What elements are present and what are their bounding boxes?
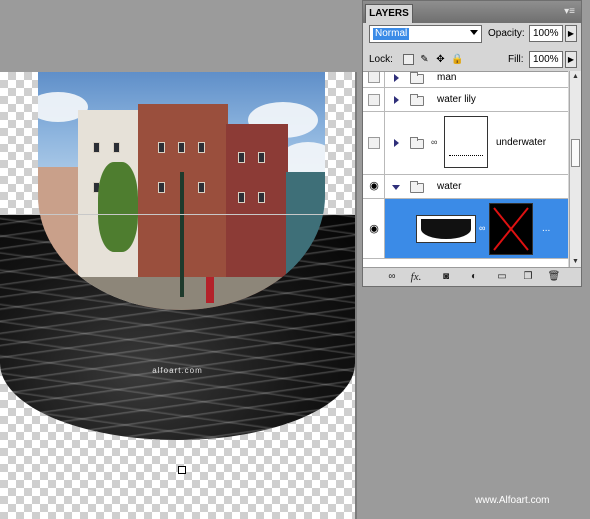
new-group-icon[interactable]: ▭ <box>495 271 509 283</box>
opacity-slider-button[interactable]: ▶ <box>565 25 577 42</box>
trash-icon[interactable]: 🗑 <box>547 271 561 283</box>
layer-row-selected[interactable]: ◉ ∞ ... <box>363 199 568 259</box>
layers-panel: LAYERS ▾≡ Normal Opacity: 100% ▶ Lock: ✎… <box>362 0 582 287</box>
blend-mode-select[interactable]: Normal <box>369 25 482 43</box>
window <box>198 182 205 193</box>
fill-field[interactable]: 100% <box>529 51 563 68</box>
window <box>158 182 165 193</box>
eye-icon: ◉ <box>369 223 379 235</box>
lock-brush-icon[interactable]: ✎ <box>419 54 430 65</box>
window <box>93 142 100 153</box>
fill-label: Fill: <box>508 54 524 65</box>
canvas-watermark: alfoart.com <box>152 366 203 375</box>
layers-list: man water lily ∞ underwater ◉ water ◉ ∞ … <box>363 71 568 267</box>
expand-arrow-icon[interactable] <box>394 74 399 82</box>
expand-arrow-icon[interactable] <box>394 96 399 104</box>
scrollbar-thumb[interactable] <box>571 139 580 167</box>
opacity-field[interactable]: 100% <box>529 25 563 42</box>
lock-row: Lock: ✎ ✥ 🔒 Fill: 100% ▶ <box>367 51 577 71</box>
layer-name: ... <box>542 223 551 234</box>
lock-move-icon[interactable]: ✥ <box>435 54 446 65</box>
layer-thumbnail[interactable] <box>416 215 476 243</box>
water-thumbnail-image <box>421 219 471 239</box>
panel-menu-icon[interactable]: ▾≡ <box>564 6 575 17</box>
fill-slider-button[interactable]: ▶ <box>565 51 577 68</box>
canvas-edge <box>355 72 357 519</box>
opacity-label: Opacity: <box>488 28 525 39</box>
visibility-off-icon <box>368 72 380 83</box>
layer-row-water[interactable]: ◉ water <box>363 175 568 199</box>
street-photo <box>38 72 325 310</box>
link-layers-icon[interactable]: ∞ <box>385 271 399 283</box>
collapse-arrow-icon[interactable] <box>392 185 400 190</box>
mask-thumbnail[interactable] <box>444 116 488 168</box>
fx-icon[interactable]: fx. <box>409 271 423 283</box>
window <box>258 192 265 203</box>
transform-handle[interactable] <box>178 466 186 474</box>
fire-hydrant <box>206 277 214 303</box>
layer-name: man <box>437 72 457 83</box>
expand-arrow-icon[interactable] <box>394 139 399 147</box>
footer-watermark: www.Alfoart.com <box>475 495 550 506</box>
new-layer-icon[interactable]: ❐ <box>521 271 535 283</box>
link-chain-icon[interactable]: ∞ <box>479 223 485 233</box>
window <box>238 152 245 163</box>
adjustment-layer-icon[interactable]: ◐ <box>467 271 481 283</box>
window <box>113 142 120 153</box>
add-mask-icon[interactable]: ◙ <box>439 271 453 283</box>
lock-label: Lock: <box>369 54 393 65</box>
blend-mode-value: Normal <box>373 28 410 40</box>
mask-content <box>449 155 483 158</box>
folder-icon <box>410 94 424 106</box>
layer-name: underwater <box>496 137 547 148</box>
layer-row-water-lily[interactable]: water lily <box>363 88 568 112</box>
visibility-off-icon <box>368 94 380 106</box>
lock-transparent-icon[interactable] <box>403 54 414 65</box>
eye-icon: ◉ <box>369 180 379 192</box>
selection-edge <box>0 214 355 215</box>
lock-all-icon[interactable]: 🔒 <box>451 54 463 65</box>
layer-row-underwater[interactable]: ∞ underwater <box>363 112 568 175</box>
window <box>238 192 245 203</box>
street-lamp <box>180 172 184 297</box>
folder-icon <box>410 72 424 84</box>
folder-icon <box>410 137 424 149</box>
blend-row: Normal Opacity: 100% ▶ <box>367 25 577 45</box>
layer-name: water <box>437 181 462 192</box>
window <box>198 142 205 153</box>
layer-name: water lily <box>437 94 476 105</box>
link-chain-icon[interactable]: ∞ <box>431 137 437 147</box>
window <box>158 142 165 153</box>
mask-cross-mark <box>493 207 529 251</box>
panel-header: LAYERS ▾≡ <box>363 1 581 23</box>
window <box>258 152 265 163</box>
scroll-down-icon[interactable]: ▼ <box>572 258 579 265</box>
document-canvas[interactable]: alfoart.com <box>0 72 355 519</box>
layer-row-man[interactable]: man <box>363 72 568 88</box>
visibility-toggle[interactable] <box>363 112 385 174</box>
vector-mask-thumbnail[interactable] <box>489 203 533 255</box>
tree <box>98 162 138 252</box>
visibility-off-icon <box>368 137 380 149</box>
scroll-up-icon[interactable]: ▲ <box>572 73 579 80</box>
visibility-toggle[interactable] <box>363 72 385 87</box>
chevron-down-icon <box>470 30 478 35</box>
visibility-toggle[interactable]: ◉ <box>363 199 385 258</box>
layers-toolbar: ∞ fx. ◙ ◐ ▭ ❐ 🗑 <box>363 267 581 286</box>
window <box>178 142 185 153</box>
visibility-toggle[interactable]: ◉ <box>363 175 385 198</box>
folder-icon <box>410 181 424 193</box>
layers-scrollbar[interactable]: ▲ ▼ <box>569 71 581 267</box>
visibility-toggle[interactable] <box>363 88 385 111</box>
tab-layers[interactable]: LAYERS <box>365 4 413 23</box>
